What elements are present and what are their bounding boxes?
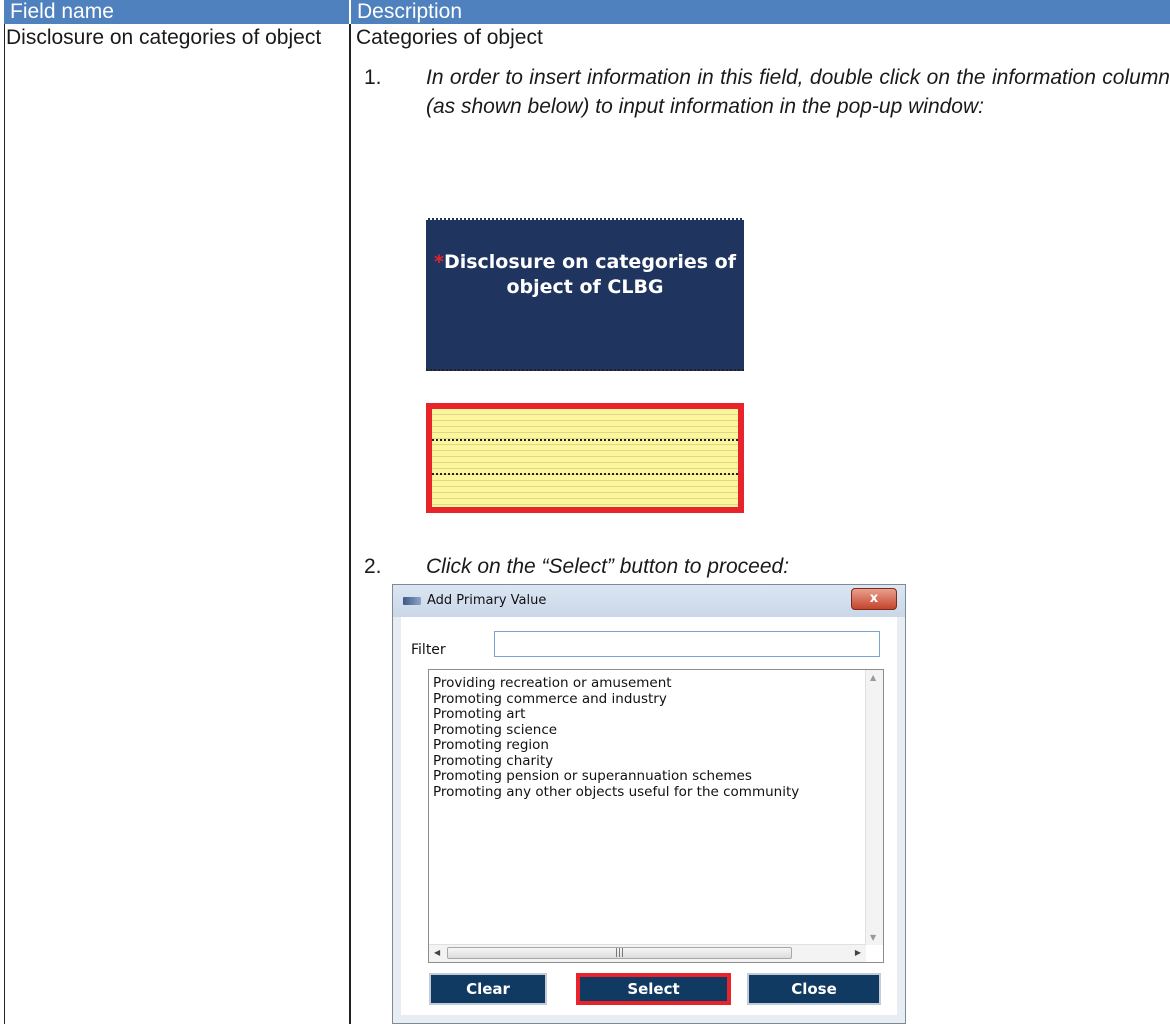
dialog-title: Add Primary Value <box>427 593 547 608</box>
step-1-number: 1. <box>364 66 382 89</box>
dialog-titlebar[interactable]: Add Primary Value x <box>393 585 905 617</box>
disclosure-field-header: *Disclosure on categories of object of C… <box>426 218 744 371</box>
list-item[interactable]: Providing recreation or amusement <box>433 676 863 692</box>
header-field-name: Field name <box>4 0 349 24</box>
filter-input[interactable] <box>494 631 880 657</box>
clear-button[interactable]: Clear <box>429 973 547 1005</box>
close-button[interactable]: Close <box>747 973 881 1005</box>
category-title: Categories of object <box>356 26 543 49</box>
filter-label: Filter <box>411 642 446 658</box>
select-button[interactable]: Select <box>576 973 731 1005</box>
list-item[interactable]: Promoting any other objects useful for t… <box>433 784 863 801</box>
scroll-right-icon[interactable]: ▶ <box>855 948 861 957</box>
scrollbar-thumb[interactable]: ||| <box>447 947 792 959</box>
list-item[interactable]: Promoting commerce and industry <box>433 691 863 708</box>
vertical-scrollbar[interactable]: ▲ ▼ <box>865 670 883 945</box>
close-icon[interactable]: x <box>851 588 897 610</box>
list-item[interactable]: Promoting art <box>433 706 863 723</box>
header-description: Description <box>351 0 1170 24</box>
field-name-cell: Disclosure on categories of object <box>6 26 322 49</box>
scroll-up-icon[interactable]: ▲ <box>870 673 876 682</box>
table-left-border <box>4 24 5 1024</box>
list-item[interactable]: Promoting pension or superannuation sche… <box>433 768 863 785</box>
step-1-text: In order to insert information in this f… <box>426 66 1170 118</box>
step-2-number: 2. <box>364 555 382 578</box>
options-list[interactable]: Providing recreation or amusement Promot… <box>428 669 884 963</box>
required-marker: * <box>434 251 444 273</box>
app-icon <box>403 597 421 605</box>
cell-dotted-line <box>432 439 738 441</box>
add-primary-value-dialog: Add Primary Value x Filter Providing rec… <box>392 584 906 1024</box>
list-item[interactable]: Promoting science <box>433 722 863 739</box>
list-item[interactable]: Promoting charity <box>433 753 863 770</box>
column-divider <box>349 24 351 1024</box>
step-2-text: Click on the “Select” button to proceed: <box>426 555 790 578</box>
field-box-label: Disclosure on categories of object of CL… <box>443 251 736 298</box>
information-input-cell[interactable] <box>426 403 744 513</box>
cell-dotted-line <box>432 473 738 475</box>
scroll-down-icon[interactable]: ▼ <box>870 933 876 942</box>
list-item[interactable]: Promoting region <box>433 737 863 754</box>
horizontal-scrollbar[interactable]: ◀ ||| ▶ <box>429 944 866 962</box>
options-list-items: Providing recreation or amusement Promot… <box>433 676 863 800</box>
scroll-left-icon[interactable]: ◀ <box>434 948 440 957</box>
